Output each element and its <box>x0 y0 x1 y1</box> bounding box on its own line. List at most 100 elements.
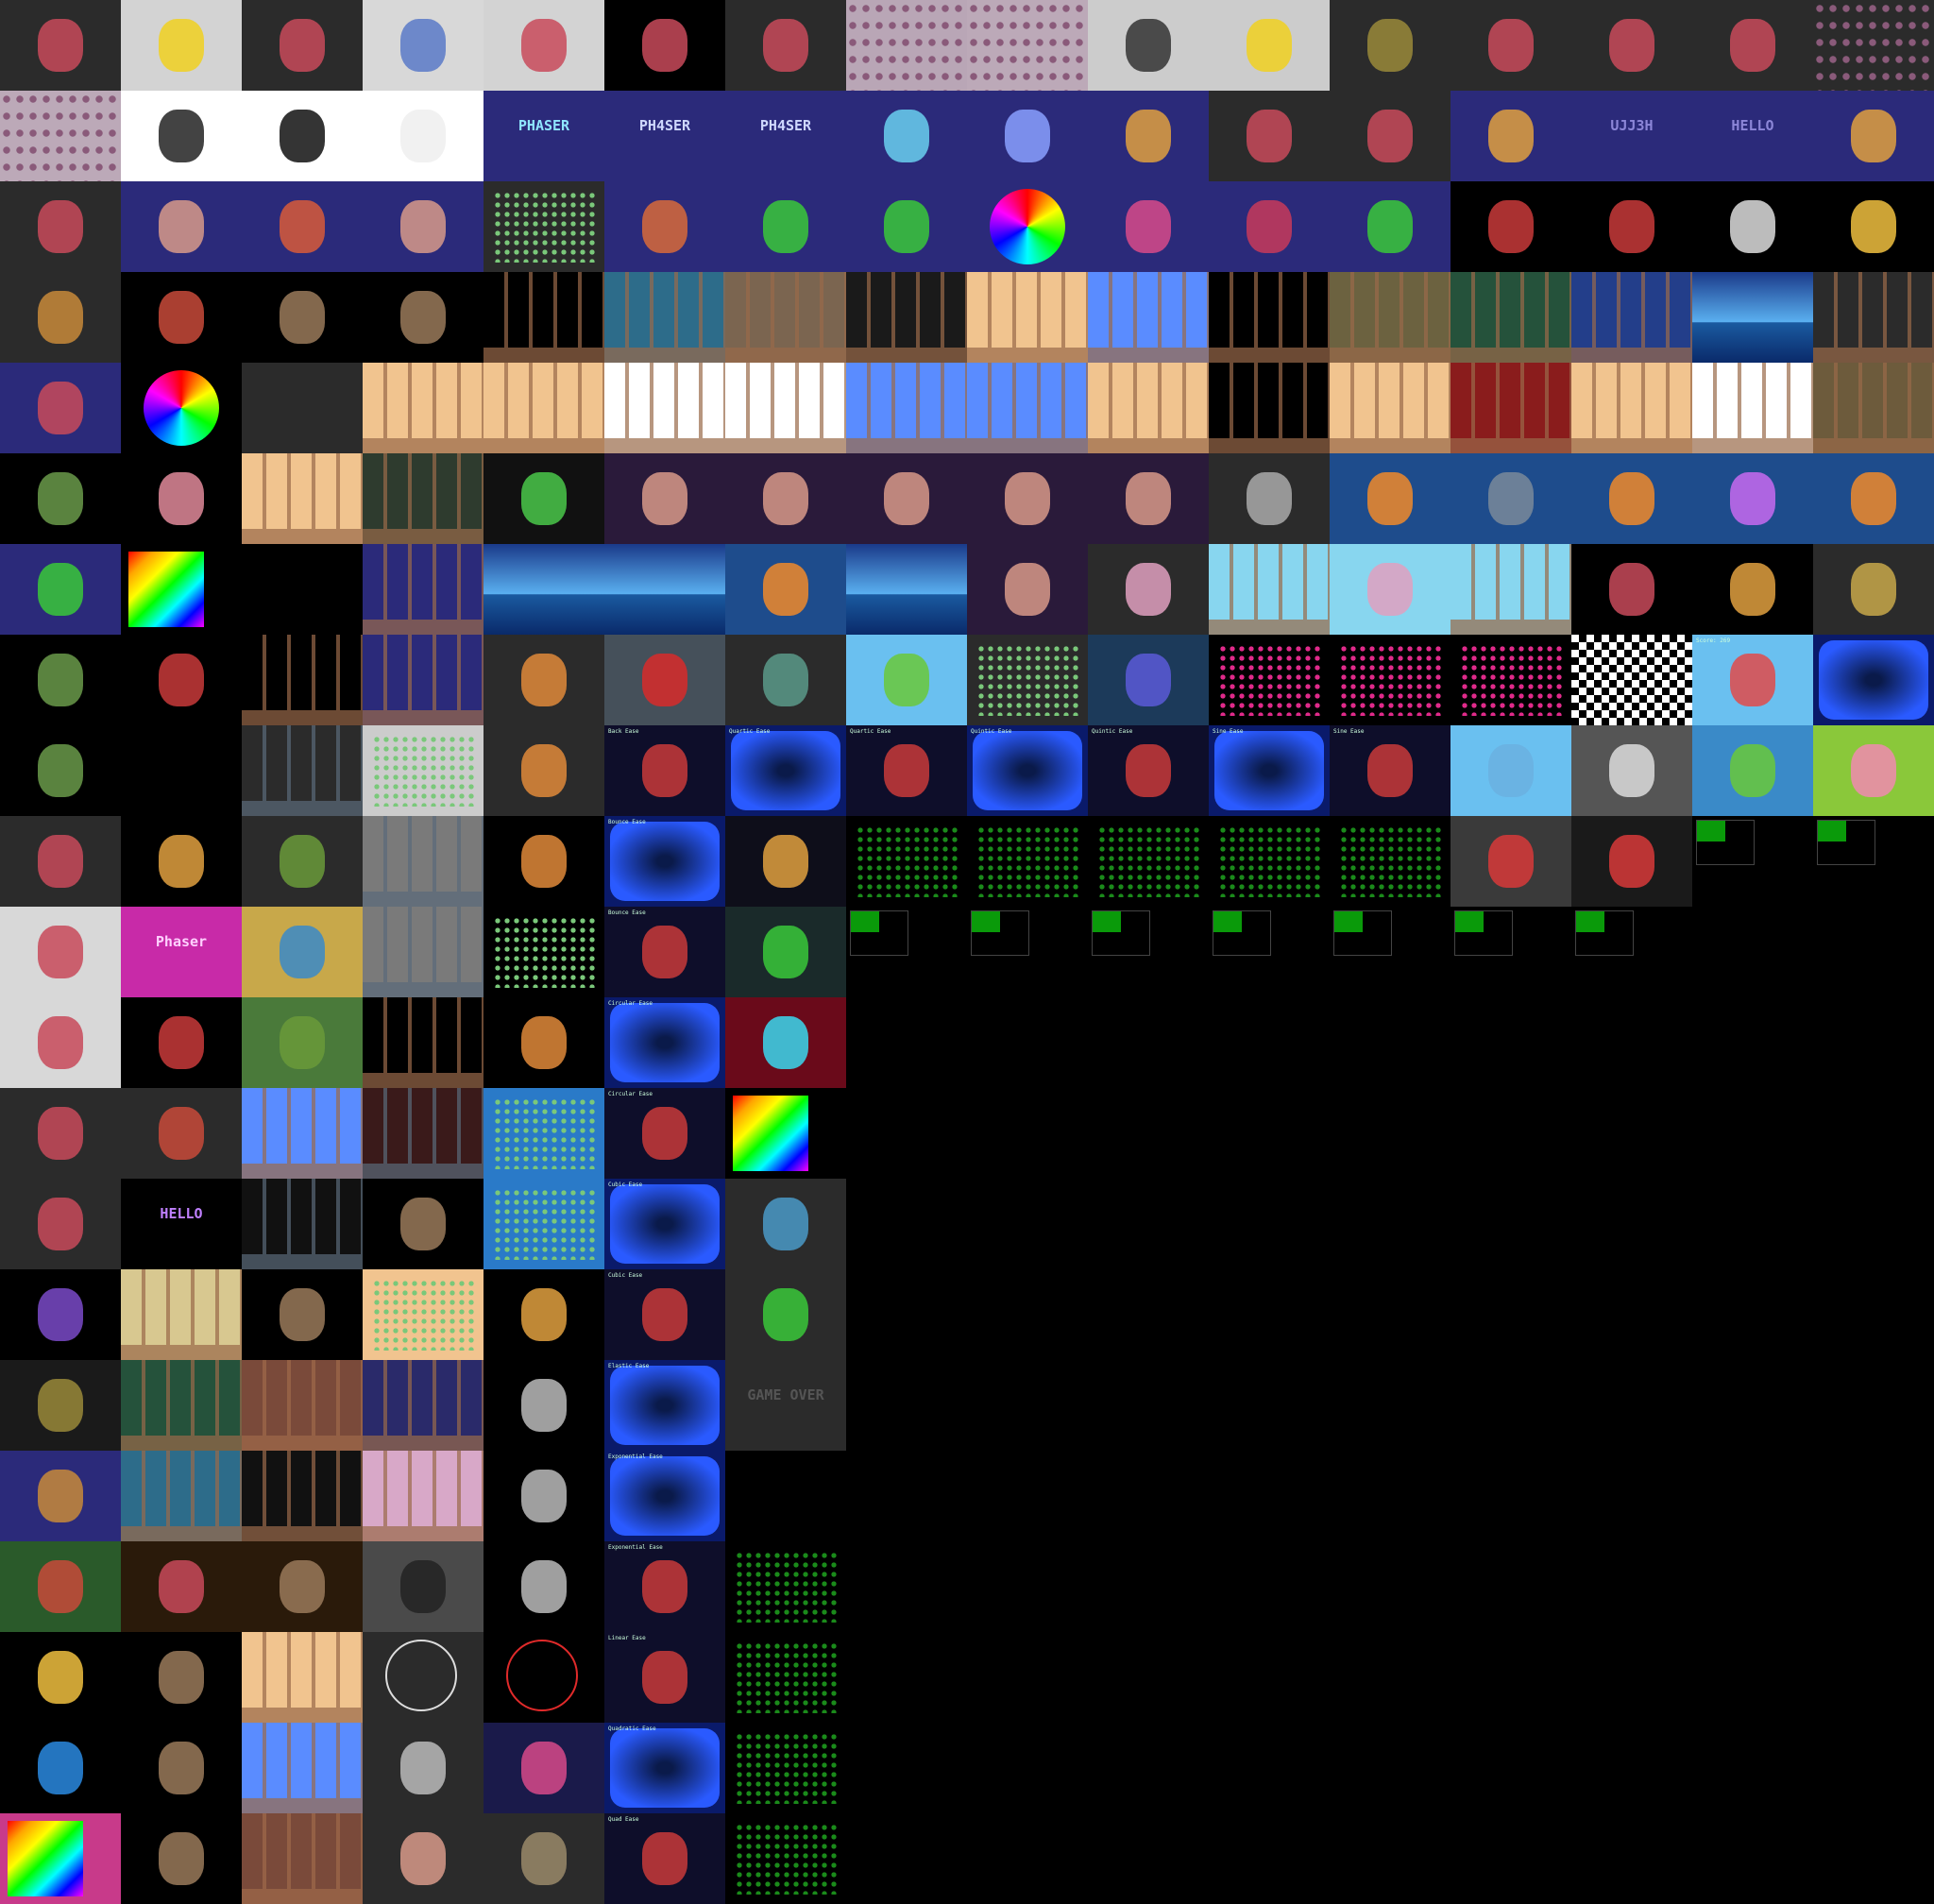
thumbnail-tile[interactable] <box>242 635 363 725</box>
thumbnail-tile[interactable] <box>484 635 604 725</box>
thumbnail-tile[interactable] <box>1571 544 1692 635</box>
thumbnail-tile[interactable] <box>725 1541 846 1632</box>
thumbnail-tile[interactable] <box>725 1632 846 1723</box>
thumbnail-tile[interactable]: Sine Ease <box>1209 725 1330 816</box>
thumbnail-tile[interactable] <box>846 544 967 635</box>
thumbnail-tile[interactable] <box>242 816 363 907</box>
thumbnail-tile[interactable] <box>967 272 1088 363</box>
thumbnail-tile[interactable] <box>484 1451 604 1541</box>
thumbnail-tile[interactable] <box>484 1088 604 1179</box>
thumbnail-tile[interactable] <box>0 1179 121 1269</box>
thumbnail-tile[interactable] <box>121 453 242 544</box>
thumbnail-tile[interactable] <box>484 1269 604 1360</box>
thumbnail-tile[interactable]: Quartic Ease <box>725 725 846 816</box>
thumbnail-tile[interactable]: GAME OVER <box>725 1360 846 1451</box>
thumbnail-tile[interactable] <box>0 1723 121 1813</box>
thumbnail-tile[interactable]: Quintic Ease <box>967 725 1088 816</box>
thumbnail-tile[interactable]: Bounce Ease <box>604 816 725 907</box>
thumbnail-tile[interactable] <box>967 544 1088 635</box>
thumbnail-tile[interactable] <box>725 363 846 453</box>
thumbnail-tile[interactable] <box>604 181 725 272</box>
thumbnail-tile[interactable] <box>1813 725 1934 816</box>
thumbnail-tile[interactable] <box>0 1451 121 1541</box>
thumbnail-tile[interactable] <box>725 272 846 363</box>
thumbnail-tile[interactable] <box>1692 725 1813 816</box>
thumbnail-tile[interactable] <box>121 1088 242 1179</box>
thumbnail-tile[interactable] <box>484 1813 604 1904</box>
thumbnail-tile[interactable] <box>121 635 242 725</box>
thumbnail-tile[interactable] <box>846 272 967 363</box>
thumbnail-tile[interactable]: Exponential Ease <box>604 1451 725 1541</box>
thumbnail-tile[interactable] <box>1571 0 1692 91</box>
thumbnail-tile[interactable] <box>121 1723 242 1813</box>
thumbnail-tile[interactable] <box>363 907 484 997</box>
thumbnail-tile[interactable] <box>242 997 363 1088</box>
thumbnail-tile[interactable] <box>1571 816 1692 907</box>
thumbnail-tile[interactable] <box>363 91 484 181</box>
thumbnail-tile[interactable] <box>484 1723 604 1813</box>
thumbnail-tile[interactable] <box>846 91 967 181</box>
thumbnail-tile[interactable] <box>242 544 363 635</box>
thumbnail-tile[interactable] <box>846 453 967 544</box>
thumbnail-tile[interactable] <box>484 725 604 816</box>
thumbnail-tile[interactable] <box>1209 363 1330 453</box>
thumbnail-tile[interactable] <box>967 635 1088 725</box>
thumbnail-tile[interactable] <box>121 1451 242 1541</box>
thumbnail-tile[interactable]: Back Ease <box>604 725 725 816</box>
thumbnail-tile[interactable] <box>1088 453 1209 544</box>
thumbnail-tile[interactable] <box>1330 0 1450 91</box>
thumbnail-tile[interactable] <box>1692 363 1813 453</box>
thumbnail-tile[interactable] <box>1450 816 1571 907</box>
thumbnail-tile[interactable] <box>363 272 484 363</box>
thumbnail-tile[interactable] <box>1209 91 1330 181</box>
thumbnail-tile[interactable] <box>1450 91 1571 181</box>
thumbnail-tile[interactable] <box>363 453 484 544</box>
thumbnail-tile[interactable] <box>1813 816 1934 907</box>
thumbnail-tile[interactable] <box>725 1269 846 1360</box>
thumbnail-tile[interactable] <box>1571 635 1692 725</box>
thumbnail-tile[interactable] <box>363 1269 484 1360</box>
thumbnail-tile[interactable] <box>363 1632 484 1723</box>
thumbnail-tile[interactable] <box>967 907 1088 997</box>
thumbnail-tile[interactable] <box>121 1813 242 1904</box>
thumbnail-tile[interactable] <box>0 1360 121 1451</box>
thumbnail-tile[interactable] <box>1813 453 1934 544</box>
thumbnail-tile[interactable] <box>1088 181 1209 272</box>
thumbnail-tile[interactable] <box>1450 181 1571 272</box>
thumbnail-tile[interactable] <box>1450 453 1571 544</box>
thumbnail-tile[interactable] <box>121 1360 242 1451</box>
thumbnail-tile[interactable] <box>1209 0 1330 91</box>
thumbnail-tile[interactable] <box>363 1451 484 1541</box>
thumbnail-tile[interactable] <box>1209 816 1330 907</box>
thumbnail-tile[interactable] <box>242 1179 363 1269</box>
thumbnail-tile[interactable] <box>1813 0 1934 91</box>
thumbnail-tile[interactable] <box>0 91 121 181</box>
thumbnail-tile[interactable] <box>121 91 242 181</box>
thumbnail-tile[interactable]: Exponential Ease <box>604 1541 725 1632</box>
thumbnail-tile[interactable] <box>967 453 1088 544</box>
thumbnail-tile[interactable] <box>0 816 121 907</box>
thumbnail-tile[interactable] <box>0 181 121 272</box>
thumbnail-tile[interactable] <box>484 272 604 363</box>
thumbnail-tile[interactable] <box>121 363 242 453</box>
thumbnail-tile[interactable] <box>242 1088 363 1179</box>
thumbnail-tile[interactable]: Sine Ease <box>1330 725 1450 816</box>
thumbnail-tile[interactable] <box>121 544 242 635</box>
thumbnail-tile[interactable] <box>1209 181 1330 272</box>
thumbnail-tile[interactable] <box>484 1179 604 1269</box>
thumbnail-tile[interactable] <box>121 1632 242 1723</box>
thumbnail-tile[interactable] <box>363 181 484 272</box>
thumbnail-tile[interactable]: Quintic Ease <box>1088 725 1209 816</box>
thumbnail-tile[interactable] <box>967 91 1088 181</box>
thumbnail-tile[interactable] <box>363 1723 484 1813</box>
thumbnail-tile[interactable]: Circular Ease <box>604 997 725 1088</box>
thumbnail-tile[interactable] <box>363 363 484 453</box>
thumbnail-tile[interactable] <box>242 453 363 544</box>
thumbnail-tile[interactable] <box>121 816 242 907</box>
thumbnail-tile[interactable] <box>725 816 846 907</box>
thumbnail-tile[interactable]: Quartic Ease <box>846 725 967 816</box>
thumbnail-tile[interactable] <box>1571 272 1692 363</box>
thumbnail-tile[interactable] <box>1450 635 1571 725</box>
thumbnail-tile[interactable] <box>725 1723 846 1813</box>
thumbnail-tile[interactable] <box>363 0 484 91</box>
